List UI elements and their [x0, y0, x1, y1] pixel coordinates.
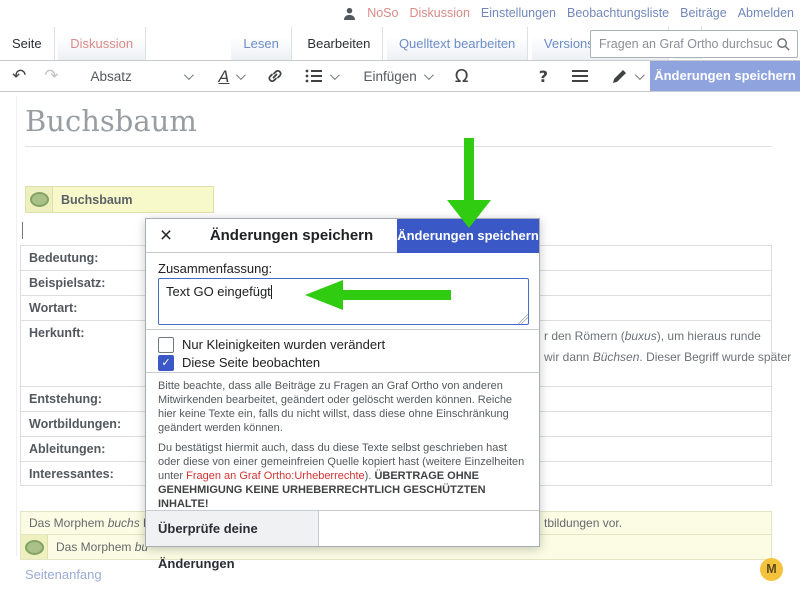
- tab-page[interactable]: Seite: [0, 27, 55, 60]
- tab-edit-source[interactable]: Quelltext bearbeiten: [387, 27, 528, 60]
- chevron-down-icon: [424, 70, 434, 80]
- chevron-down-icon: [330, 70, 340, 80]
- avatar[interactable]: M: [760, 558, 783, 581]
- page-title: Buchsbaum: [25, 104, 772, 147]
- special-character-icon[interactable]: Ω: [455, 66, 469, 87]
- link-icon[interactable]: [265, 66, 285, 86]
- license-notice: Bitte beachte, dass alle Beiträge zu Fra…: [158, 379, 529, 517]
- morphem-note-fragment: tbildungen vor.: [544, 516, 622, 530]
- herkunft-cell-text: r den Römern (buxus), um hieraus runde w…: [544, 326, 799, 368]
- save-changes-button[interactable]: Änderungen speichern: [397, 219, 539, 253]
- undo-icon[interactable]: ↶: [12, 66, 26, 86]
- user-talk-link[interactable]: Diskussion: [409, 6, 469, 20]
- wiki-editor-screen: NoSo Diskussion Einstellungen Beobachtun…: [0, 0, 800, 600]
- minor-edit-checkbox-row[interactable]: Nur Kleinigkeiten wurden verändert: [158, 336, 527, 353]
- username-link[interactable]: NoSo: [367, 6, 398, 20]
- summary-textarea[interactable]: Text GO eingefügt: [158, 278, 529, 325]
- editor-toolbar: ↶ ↷ Absatz A Einfügen: [0, 60, 800, 92]
- tab-bar: Seite Diskussion Lesen Bearbeiten Quellt…: [0, 26, 800, 60]
- search-box: [590, 30, 798, 58]
- page-options-menu-icon[interactable]: [572, 70, 588, 82]
- paragraph-format-dropdown[interactable]: Absatz: [91, 69, 191, 84]
- text-style-dropdown[interactable]: A: [219, 67, 244, 86]
- logout-link[interactable]: Abmelden: [738, 6, 794, 20]
- tab-read[interactable]: Lesen: [231, 27, 291, 60]
- summary-value: Text GO eingefügt: [166, 284, 271, 299]
- insert-dropdown[interactable]: Einfügen: [363, 69, 430, 84]
- redo-icon: ↷: [44, 66, 58, 86]
- chevron-down-icon: [236, 70, 246, 80]
- license-paragraph-1: Bitte beachte, dass alle Beiträge zu Fra…: [158, 379, 529, 435]
- license-paragraph-2: Du bestätigst hiermit auch, dass du dies…: [158, 441, 529, 511]
- list-format-dropdown[interactable]: [305, 68, 337, 84]
- content-left-edge: [16, 96, 17, 556]
- user-icon: [343, 7, 356, 20]
- preferences-link[interactable]: Einstellungen: [481, 6, 556, 20]
- green-ellipse-icon: [30, 192, 49, 207]
- minor-edit-checkbox[interactable]: [158, 337, 174, 353]
- bullet-list-icon: [305, 68, 323, 84]
- watch-page-checkbox[interactable]: ✓: [158, 355, 174, 371]
- pencil-icon: [612, 68, 628, 84]
- search-input[interactable]: [591, 37, 776, 51]
- search-icon[interactable]: [776, 37, 791, 52]
- editing-mode-dropdown[interactable]: [612, 68, 642, 84]
- word-infobox[interactable]: Buchsbaum: [25, 186, 214, 213]
- save-dialog: × Änderungen speichern Änderungen speich…: [145, 218, 540, 547]
- infobox-label: Buchsbaum: [53, 193, 133, 207]
- tab-edit[interactable]: Bearbeiten: [295, 27, 383, 60]
- text-caret: [271, 285, 272, 299]
- personal-bar: NoSo Diskussion Einstellungen Beobachtun…: [0, 0, 794, 26]
- chevron-down-icon: [635, 70, 645, 80]
- watchlist-link[interactable]: Beobachtungsliste: [567, 6, 669, 20]
- toolbar-save-button[interactable]: Änderungen speichern ...: [650, 61, 800, 91]
- save-dialog-footer: Überprüfe deine Änderungen: [146, 510, 539, 546]
- word-icon-cell: [21, 535, 48, 559]
- word-icon-cell: [26, 187, 53, 212]
- tab-discussion[interactable]: Diskussion: [58, 27, 146, 60]
- annotation-arrow-down: [444, 138, 494, 230]
- green-ellipse-icon: [25, 540, 44, 555]
- close-icon[interactable]: ×: [146, 220, 186, 252]
- review-changes-button[interactable]: Überprüfe deine Änderungen: [146, 511, 319, 546]
- copyright-link[interactable]: Fragen an Graf Ortho:Urheberrechte: [186, 470, 365, 482]
- editor-caret: [22, 222, 23, 239]
- save-options-section: Nur Kleinigkeiten wurden verändert ✓ Die…: [146, 329, 539, 373]
- watch-page-checkbox-row[interactable]: ✓ Diese Seite beobachten: [158, 354, 527, 371]
- chevron-down-icon: [183, 70, 193, 80]
- help-icon[interactable]: ?: [539, 67, 548, 86]
- back-to-top-link[interactable]: Seitenanfang: [25, 567, 102, 582]
- summary-label: Zusammenfassung:: [158, 261, 272, 276]
- contributions-link[interactable]: Beiträge: [680, 6, 727, 20]
